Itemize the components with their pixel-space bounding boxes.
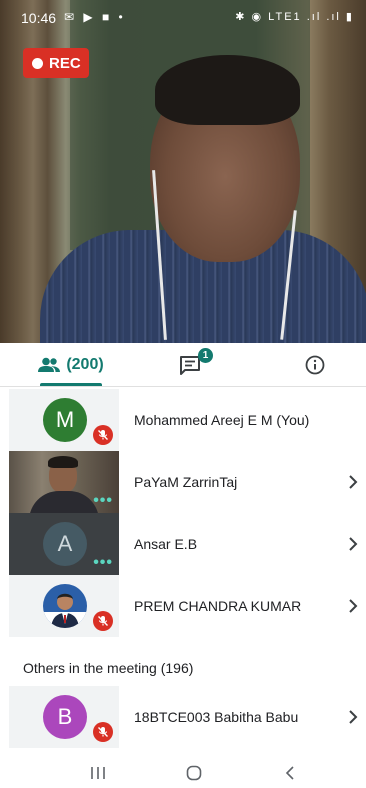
chevron-right-icon[interactable]	[348, 575, 358, 637]
participant-name: PREM CHANDRA KUMAR	[134, 598, 302, 614]
participant-thumbnail: A •••	[9, 513, 119, 575]
meeting-tabs: (200) 1	[0, 343, 366, 387]
avatar: A	[43, 522, 87, 566]
more-dots-icon: •••	[93, 492, 113, 509]
avatar: B	[43, 695, 87, 739]
participant-name: 18BTCE003 Babitha Babu	[134, 709, 299, 725]
participant-row[interactable]: PREM CHANDRA KUMAR	[0, 575, 366, 637]
recording-badge: REC	[23, 48, 89, 78]
people-count: (200)	[66, 355, 104, 373]
recording-label: REC	[49, 54, 81, 72]
thumb-hair	[48, 456, 78, 468]
system-icons: ✱ ◉ LTE1 .ıl .ıl ▮	[235, 11, 354, 23]
thumb-shirt	[29, 491, 99, 513]
info-icon	[305, 355, 325, 374]
recents-button[interactable]	[86, 762, 110, 784]
muted-mic-icon	[93, 425, 113, 445]
participant-row[interactable]: ••• PaYaM ZarrinTaj	[0, 451, 366, 513]
profile-photo-icon	[43, 584, 87, 628]
chevron-right-icon[interactable]	[348, 451, 358, 513]
participant-thumbnail	[9, 575, 119, 637]
participant-name: Ansar E.B	[134, 536, 198, 552]
participant-row[interactable]: B 18BTCE003 Babitha Babu	[0, 686, 366, 748]
participant-name: PaYaM ZarrinTaj	[134, 474, 238, 490]
back-icon	[285, 766, 294, 780]
home-button[interactable]	[182, 762, 206, 784]
more-dots-icon: •••	[93, 554, 113, 571]
active-tab-indicator	[40, 383, 102, 386]
chevron-right-icon[interactable]	[348, 686, 358, 748]
record-dot-icon	[32, 57, 43, 69]
status-bar: 10:46 ✉ ▶ ■ • ✱ ◉ LTE1 .ıl .ıl ▮	[0, 0, 366, 34]
back-button[interactable]	[278, 762, 302, 784]
participant-thumbnail: B	[9, 686, 119, 748]
others-section-title: Others in the meeting (196)	[23, 660, 194, 676]
participant-row[interactable]: M Mohammed Areej E M (You)	[0, 389, 366, 451]
people-icon	[38, 357, 61, 372]
chat-unread-badge: 1	[198, 348, 213, 363]
participant-name: Mohammed Areej E M (You)	[134, 412, 310, 428]
participant-video-thumbnail: •••	[9, 451, 119, 513]
avatar	[43, 584, 87, 628]
muted-mic-icon	[93, 611, 113, 631]
home-icon	[186, 765, 202, 781]
tab-people[interactable]: (200)	[12, 343, 130, 386]
chevron-right-icon[interactable]	[348, 513, 358, 575]
status-time: 10:46	[21, 10, 57, 26]
tab-info[interactable]	[280, 343, 350, 386]
avatar: M	[43, 398, 87, 442]
video-person-hair	[155, 55, 300, 125]
muted-mic-icon	[93, 722, 113, 742]
participant-row[interactable]: A ••• Ansar E.B	[0, 513, 366, 575]
system-nav-bar	[0, 758, 366, 788]
notification-icons: ✉ ▶ ■ •	[64, 10, 126, 24]
tab-chat[interactable]: 1	[150, 343, 230, 386]
participant-thumbnail: M	[9, 389, 119, 451]
recents-icon	[91, 767, 105, 779]
